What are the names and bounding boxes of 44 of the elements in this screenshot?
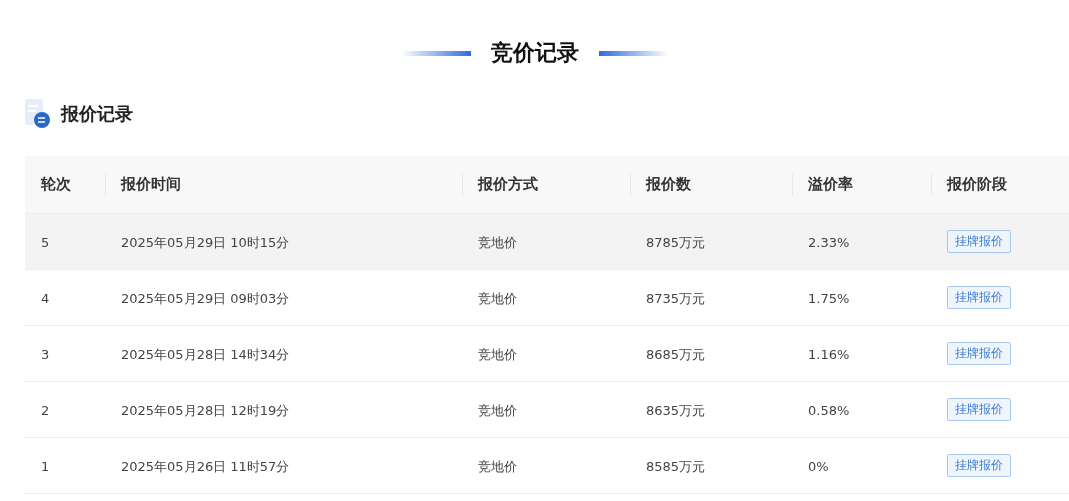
document-icon	[25, 99, 51, 129]
table-cell: 1.75%	[808, 291, 850, 306]
table-cell: 2025年05月29日 09时03分	[121, 290, 290, 306]
table-row[interactable]: 1 2025年05月26日 11时57分 竞地价 8585万元 0% 挂牌报价	[25, 438, 1069, 494]
table-cell: 8735万元	[646, 290, 706, 306]
table-cell: 4	[41, 291, 50, 306]
table-cell: 3	[41, 347, 50, 362]
table-cell: 0.58%	[808, 403, 850, 418]
page-title: 竞价记录	[490, 39, 579, 67]
table-row[interactable]: 3 2025年05月28日 14时34分 竞地价 8685万元 1.16% 挂牌报价	[25, 326, 1069, 382]
table-cell: 竞地价	[478, 402, 517, 418]
table-cell: 2	[41, 403, 50, 418]
column-header: 报价数	[646, 175, 691, 194]
column-header: 报价时间	[121, 175, 181, 194]
column-header: 报价阶段	[947, 175, 1007, 194]
table-cell: 2025年05月28日 14时34分	[121, 346, 290, 362]
table-cell: 1.16%	[808, 347, 850, 362]
column-header: 轮次	[41, 175, 71, 194]
table-cell: 2025年05月28日 12时19分	[121, 402, 290, 418]
table-cell: 8685万元	[646, 346, 706, 362]
table-cell: 竞地价	[478, 458, 517, 474]
table-cell: 8635万元	[646, 402, 706, 418]
table-row[interactable]: 2 2025年05月28日 12时19分 竞地价 8635万元 0.58% 挂牌报价	[25, 382, 1069, 438]
table-cell: 1	[41, 459, 50, 474]
stage-tag: 挂牌报价	[947, 230, 1011, 253]
table-cell: 竞地价	[478, 234, 517, 250]
stage-tag: 挂牌报价	[947, 286, 1011, 309]
table-cell: 2025年05月29日 10时15分	[121, 234, 290, 250]
table-row[interactable]: 5 2025年05月29日 10时15分 竞地价 8785万元 2.33% 挂牌报价	[25, 214, 1069, 270]
table-cell: 2.33%	[808, 235, 850, 250]
table-cell: 8585万元	[646, 458, 706, 474]
table-cell: 5	[41, 235, 50, 250]
table-cell: 竞地价	[478, 346, 517, 362]
table-cell: 8785万元	[646, 234, 706, 250]
stage-tag: 挂牌报价	[947, 454, 1011, 477]
table-cell: 0%	[808, 459, 829, 474]
column-header: 溢价率	[808, 175, 853, 194]
table-cell: 2025年05月26日 11时57分	[121, 458, 290, 474]
stage-tag: 挂牌报价	[947, 398, 1011, 421]
table-row[interactable]: 4 2025年05月29日 09时03分 竞地价 8735万元 1.75% 挂牌报价	[25, 270, 1069, 326]
column-header: 报价方式	[478, 175, 538, 194]
stage-tag: 挂牌报价	[947, 342, 1011, 365]
table-cell: 竞地价	[478, 290, 517, 306]
section-title: 报价记录	[61, 102, 133, 126]
